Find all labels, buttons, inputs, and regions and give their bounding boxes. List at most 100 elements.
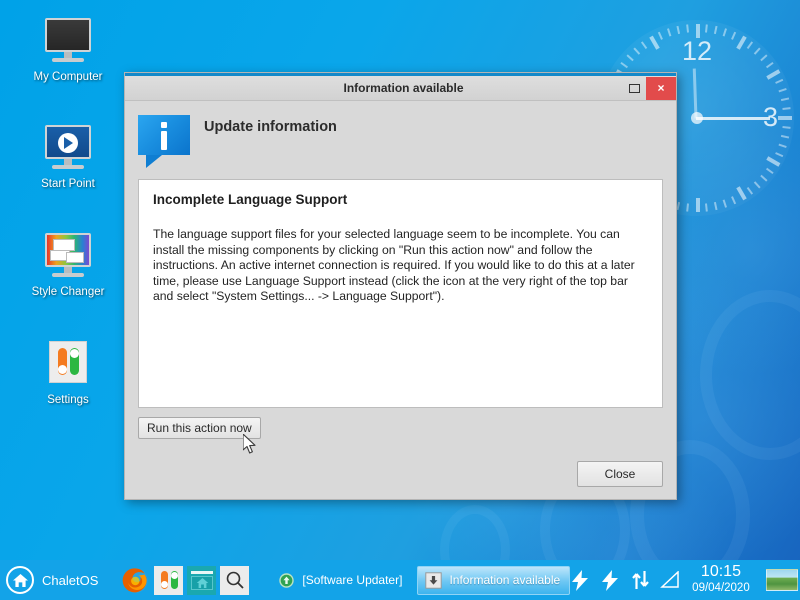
content-heading: Incomplete Language Support xyxy=(153,192,348,207)
clock-tick xyxy=(780,134,790,139)
clock-tick xyxy=(704,203,708,212)
network-updown-icon[interactable] xyxy=(630,569,650,591)
clock-tick xyxy=(657,31,663,40)
start-button-label: ChaletOS xyxy=(42,572,99,588)
clock-numeral-12: 12 xyxy=(682,36,713,66)
taskbar[interactable]: ChaletOS [Software Updater] Information … xyxy=(0,560,800,600)
clock-tick xyxy=(731,31,737,40)
update-box-icon xyxy=(423,570,443,590)
landscape-thumbnail[interactable] xyxy=(765,569,798,591)
clock-tick xyxy=(696,198,700,212)
clock-tick xyxy=(676,25,681,35)
clock-tick xyxy=(775,152,784,158)
wallpaper-bokeh xyxy=(700,290,800,460)
info-bubble-icon xyxy=(138,115,190,168)
content-body-text: The language support files for your sele… xyxy=(153,227,635,303)
clock-tick xyxy=(765,167,774,175)
clock-tick xyxy=(766,156,781,167)
dialog-footer-row: Close xyxy=(138,439,663,487)
desktop-icon-settings[interactable]: Settings xyxy=(22,341,114,407)
task-item-software-updater[interactable]: [Software Updater] xyxy=(271,566,411,595)
signal-triangle-icon[interactable] xyxy=(660,569,680,591)
clock-tick xyxy=(731,196,737,205)
dialog-content-box: Incomplete Language Support The language… xyxy=(138,179,663,408)
clock-tick xyxy=(753,47,761,55)
clock-time: 10:15 xyxy=(700,563,741,580)
clock-tick xyxy=(746,41,754,50)
power-bolt-icon[interactable] xyxy=(600,569,620,591)
clock-tick xyxy=(766,69,781,80)
firefox-icon[interactable] xyxy=(121,566,150,595)
desktop-icon-label: Style Changer xyxy=(31,286,105,298)
search-icon[interactable] xyxy=(220,565,250,595)
desktop-icon-label: My Computer xyxy=(33,71,103,83)
clock-tick xyxy=(778,88,787,93)
clock-tick xyxy=(760,54,768,62)
style-changer-monitor-icon xyxy=(42,233,94,281)
clock-tick xyxy=(722,28,727,37)
clock-tick xyxy=(746,186,754,195)
clock-tick xyxy=(760,174,768,182)
dialog-title: Information available xyxy=(343,81,464,95)
close-button[interactable]: Close xyxy=(577,461,663,487)
power-bolt-icon[interactable] xyxy=(570,569,590,591)
maximize-button[interactable] xyxy=(622,77,646,100)
clock-tick xyxy=(649,35,660,50)
task-item-label: Information available xyxy=(449,573,561,587)
maximize-icon xyxy=(628,83,640,93)
monitor-icon xyxy=(42,18,94,66)
clock-tick xyxy=(626,54,634,62)
clock-tick xyxy=(633,47,641,55)
clock-tick xyxy=(667,28,672,37)
taskbar-launchers xyxy=(117,565,250,595)
desktop-icon-my-computer[interactable]: My Computer xyxy=(22,18,114,84)
clock-tick xyxy=(782,125,791,129)
info-icon-wrapper xyxy=(138,111,204,168)
clock-date: 09/04/2020 xyxy=(692,582,750,594)
software-updater-icon xyxy=(276,570,296,590)
dialog-titlebar[interactable]: Information available × xyxy=(125,76,676,101)
clock-tick xyxy=(765,61,774,69)
settings-toggles-icon[interactable] xyxy=(154,565,184,595)
clock-tick xyxy=(778,116,792,120)
task-item-information-available[interactable]: Information available xyxy=(417,565,571,595)
home-folder-icon[interactable] xyxy=(187,565,217,595)
clock-tick xyxy=(713,25,718,35)
task-item-label: [Software Updater] xyxy=(302,573,403,587)
desktop[interactable]: 12 3 My Computer Start Point Style Chang… xyxy=(0,0,800,600)
clock-tick xyxy=(713,201,718,211)
information-dialog[interactable]: Information available × Update informati… xyxy=(124,72,677,500)
clock-tick xyxy=(722,199,727,208)
clock-minute-hand xyxy=(696,117,770,120)
clock-tick xyxy=(640,41,648,50)
clock-tick xyxy=(676,201,681,211)
close-window-button[interactable]: × xyxy=(646,76,676,100)
run-this-action-now-button[interactable]: Run this action now xyxy=(138,417,261,439)
desktop-icon-style-changer[interactable]: Style Changer xyxy=(22,233,114,299)
media-play-monitor-icon xyxy=(42,125,94,173)
home-icon xyxy=(6,566,34,594)
clock-tick xyxy=(778,143,787,148)
clock-center-hub xyxy=(691,112,703,124)
clock-tick xyxy=(736,186,747,201)
clock-tick xyxy=(704,24,708,33)
clock-tick xyxy=(775,78,784,84)
desktop-icon-label: Start Point xyxy=(41,178,95,190)
clock-tick xyxy=(686,24,690,33)
dialog-header-title: Update information xyxy=(204,119,337,135)
taskbar-clock[interactable]: 10:15 09/04/2020 xyxy=(690,564,756,596)
clock-tick xyxy=(620,61,629,69)
clock-tick xyxy=(736,35,747,50)
system-tray: 10:15 09/04/2020 xyxy=(570,564,800,596)
dialog-body: Update information Incomplete Language S… xyxy=(125,101,676,499)
clock-tick xyxy=(782,107,791,111)
start-button-chaletos[interactable]: ChaletOS xyxy=(0,560,107,600)
toggles-icon xyxy=(42,341,94,389)
clock-tick xyxy=(780,97,790,102)
desktop-icon-label: Settings xyxy=(47,394,89,406)
desktop-icon-start-point[interactable]: Start Point xyxy=(22,125,114,191)
taskbar-window-list: [Software Updater] Information available xyxy=(263,565,571,595)
clock-tick xyxy=(686,203,690,212)
clock-tick xyxy=(753,181,761,189)
dialog-header-row: Update information xyxy=(138,111,663,179)
